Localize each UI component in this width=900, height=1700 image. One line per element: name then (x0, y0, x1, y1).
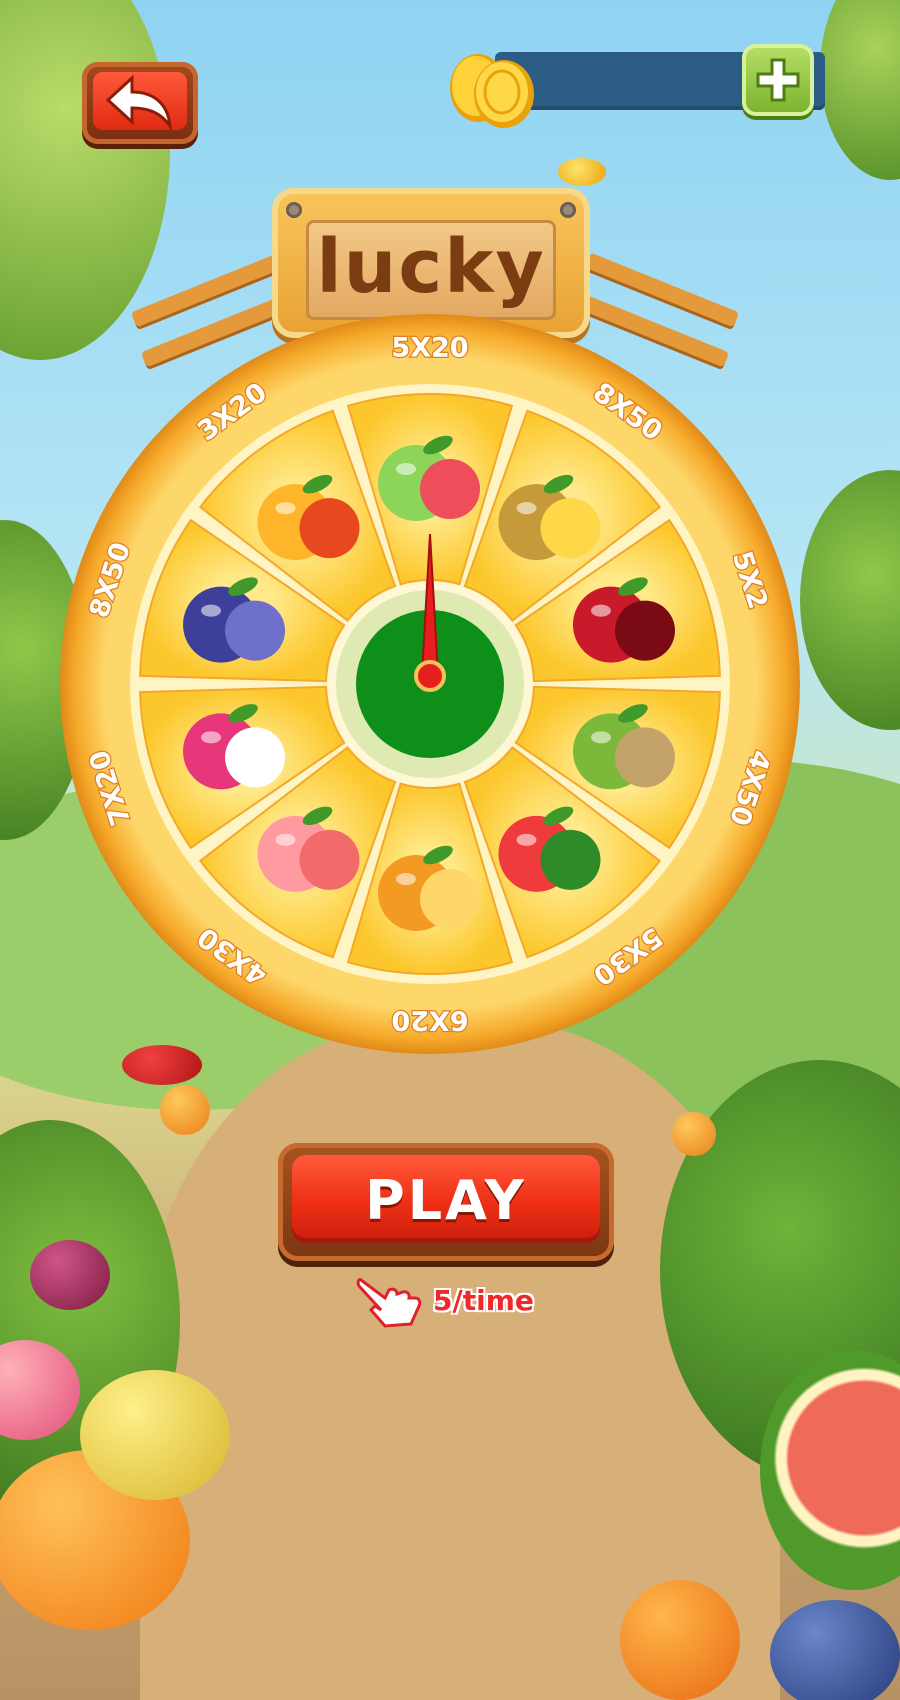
orange-fruit-decoration (620, 1580, 740, 1700)
gold-coin-decoration (558, 158, 606, 186)
melon-fruit-decoration (80, 1370, 230, 1500)
wheel-prize-label: 6X20 (391, 1005, 468, 1036)
sign-title: lucky (316, 224, 546, 310)
blueberry-decoration (770, 1600, 900, 1700)
lucky-wheel[interactable]: 5X208X505X24X505X306X204X307X208X503X20 (58, 312, 802, 1056)
orange-fruit-decoration (672, 1112, 716, 1156)
pointing-hand-icon (356, 1278, 422, 1328)
tree-foliage (800, 470, 900, 730)
orange-fruit-decoration (160, 1085, 210, 1135)
back-arrow-icon (105, 74, 172, 132)
game-screen: lucky 5X20 8X50 5X2 4X50 5X30 6X20 4X30 7X20 8X5… (0, 0, 900, 1700)
plus-icon (756, 58, 800, 102)
gold-coins-icon (450, 54, 534, 128)
grapes-decoration (30, 1240, 110, 1310)
tree-foliage (820, 0, 900, 180)
wheel-prize-label: 5X20 (391, 333, 468, 364)
play-button-label: PLAY (365, 1169, 527, 1232)
add-coins-button[interactable] (742, 44, 814, 116)
play-button[interactable]: PLAY (278, 1143, 614, 1261)
spin-cost-text: 5/time (433, 1284, 534, 1317)
screw-icon (286, 202, 302, 218)
back-button[interactable] (82, 62, 198, 144)
screw-icon (560, 202, 576, 218)
